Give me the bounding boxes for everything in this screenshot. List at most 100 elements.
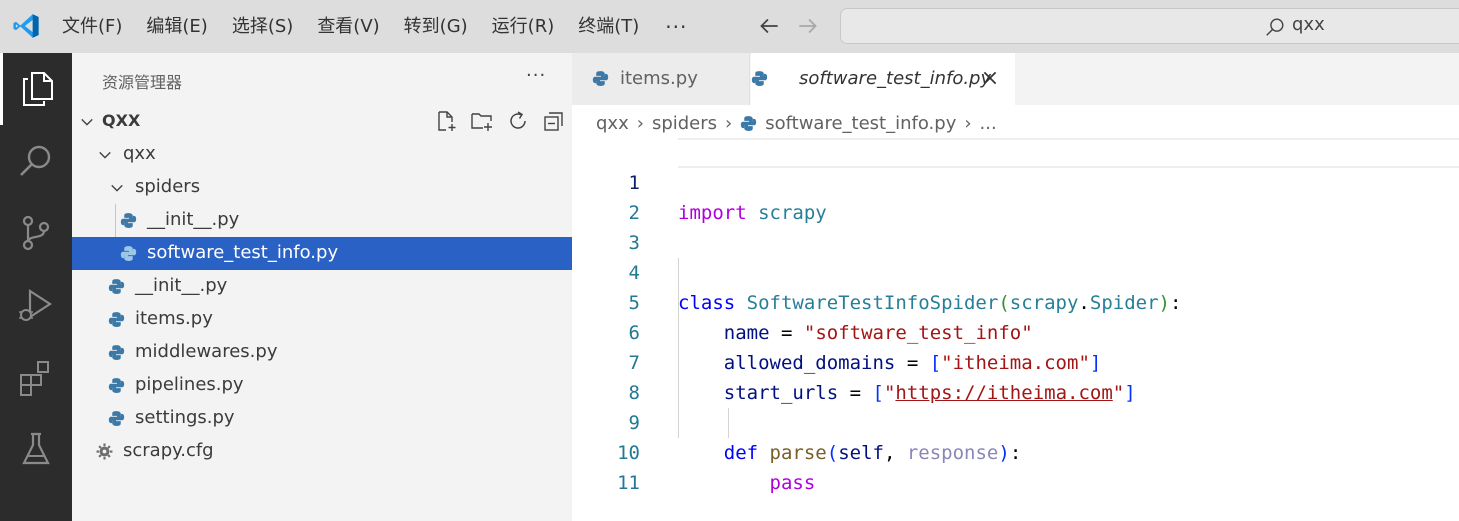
tree-folder-spiders[interactable]: spiders (72, 171, 572, 204)
python-file-icon (751, 71, 768, 86)
breadcrumb-separator: › (725, 112, 733, 134)
editor-tabs: items.py software_test_info.py (572, 53, 1459, 105)
breadcrumb-file[interactable]: software_test_info.py (765, 113, 956, 134)
gear-icon (96, 443, 113, 460)
python-file-icon (120, 246, 137, 261)
code-line: 11 (572, 438, 1459, 494)
code-line: 3 (572, 198, 1459, 254)
code-line: 5 name = "software_test_info" (572, 258, 1459, 344)
menu-terminal[interactable]: 终端(T) (566, 7, 651, 47)
tree-item-label: spiders (135, 176, 201, 197)
menu-run[interactable]: 运行(R) (480, 7, 567, 47)
menu-view[interactable]: 查看(V) (305, 7, 391, 47)
tab-software-test-info-py[interactable]: software_test_info.py (751, 53, 1015, 105)
explorer-actions (434, 109, 566, 133)
command-center-search[interactable] (840, 8, 1459, 44)
menu-go[interactable]: 转到(G) (392, 7, 480, 47)
breadcrumb-symbol[interactable]: ... (980, 113, 997, 134)
code-token: pass (769, 472, 816, 494)
menu-edit[interactable]: 编辑(E) (134, 7, 219, 47)
code-line: 2 (572, 168, 1459, 224)
search-activity[interactable] (0, 125, 72, 197)
tree-item-label: middlewares.py (135, 341, 278, 362)
explorer-activity[interactable] (0, 53, 72, 125)
editor-area: items.py software_test_info.py qxx › spi… (572, 53, 1459, 521)
source-control-icon (22, 215, 50, 251)
code-line: 4 class SoftwareTestInfoSpider(scrapy.Sp… (572, 228, 1459, 314)
refresh-icon[interactable] (506, 109, 530, 133)
files-icon (22, 72, 53, 106)
python-file-icon (120, 213, 137, 228)
python-file-icon (108, 279, 125, 294)
menu-more-button[interactable]: ··· (651, 15, 701, 39)
code-line: 9 def parse(self, response): (572, 378, 1459, 464)
explorer-more-button[interactable]: ··· (526, 65, 546, 86)
chevron-down-icon (111, 184, 123, 192)
python-file-icon (592, 71, 609, 86)
tree-file-items[interactable]: items.py (72, 303, 572, 336)
extensions-activity[interactable] (0, 341, 72, 413)
tree-file-scrapy-cfg[interactable]: scrapy.cfg (72, 435, 572, 468)
menu-selection[interactable]: 选择(S) (220, 7, 305, 47)
tree-item-label: __init__.py (135, 275, 228, 296)
python-file-icon (108, 378, 125, 393)
tab-items-py[interactable]: items.py (572, 53, 750, 105)
back-arrow-icon[interactable] (756, 13, 782, 39)
collapse-all-icon[interactable] (542, 109, 566, 133)
close-icon[interactable] (981, 69, 999, 87)
vscode-logo-icon (13, 14, 39, 38)
python-file-icon (741, 115, 757, 131)
tree-item-label: software_test_info.py (147, 242, 339, 263)
tab-label: software_test_info.py (799, 68, 992, 89)
breadcrumb-separator: › (964, 112, 972, 134)
tree-file-init[interactable]: __init__.py (72, 270, 572, 303)
tree-item-label: scrapy.cfg (123, 440, 214, 461)
tree-file-middlewares[interactable]: middlewares.py (72, 336, 572, 369)
testing-activity[interactable] (0, 413, 72, 485)
tree-item-label: items.py (135, 308, 213, 329)
run-debug-icon (19, 288, 53, 321)
code-line: 1 import scrapy (572, 138, 1459, 224)
new-folder-icon[interactable] (470, 109, 494, 133)
tree-item-label: __init__.py (147, 209, 240, 230)
breadcrumb: qxx › spiders › software_test_info.py › … (596, 111, 997, 135)
tree-file-spiders-init[interactable]: __init__.py (72, 204, 572, 237)
search-icon (20, 145, 51, 176)
extensions-icon (20, 361, 49, 396)
code-line: 8 (572, 348, 1459, 404)
python-file-icon (108, 411, 125, 426)
title-bar: 文件(F) 编辑(E) 选择(S) 查看(V) 转到(G) 运行(R) 终端(T… (0, 0, 1459, 53)
tab-label: items.py (620, 68, 698, 89)
breadcrumb-folder[interactable]: spiders (652, 113, 717, 134)
code-line: 6 allowed_domains = ["itheima.com"] (572, 288, 1459, 374)
breadcrumb-root[interactable]: qxx (596, 113, 629, 134)
forward-arrow-icon[interactable] (795, 13, 821, 39)
breadcrumb-separator: › (636, 112, 644, 134)
tree-item-label: settings.py (135, 407, 235, 428)
python-file-icon (108, 312, 125, 327)
source-control-activity[interactable] (0, 197, 72, 269)
chevron-down-icon (81, 118, 93, 126)
workspace-root-label: QXX (102, 111, 141, 130)
workspace-root[interactable]: QXX (72, 105, 572, 138)
explorer-sidebar: 资源管理器 ··· QXX qxx spiders __init__.py so… (72, 53, 572, 521)
line-number: 11 (617, 472, 640, 494)
flask-icon (22, 432, 50, 465)
run-debug-activity[interactable] (0, 269, 72, 341)
search-icon (1266, 18, 1284, 36)
code-editor[interactable]: 1 import scrapy 2 3 4 class SoftwareTest… (572, 138, 1459, 521)
code-line: 10 pass (572, 408, 1459, 494)
menu-bar: 文件(F) 编辑(E) 选择(S) 查看(V) 转到(G) 运行(R) 终端(T… (50, 0, 701, 53)
python-file-icon (108, 345, 125, 360)
tree-file-software-test-info[interactable]: software_test_info.py (72, 237, 572, 270)
tree-file-pipelines[interactable]: pipelines.py (72, 369, 572, 402)
chevron-down-icon (99, 151, 111, 159)
search-text: qxx (1292, 14, 1325, 35)
menu-file[interactable]: 文件(F) (50, 7, 134, 47)
tree-item-label: pipelines.py (135, 374, 244, 395)
new-file-icon[interactable] (434, 109, 458, 133)
tree-folder-qxx[interactable]: qxx (72, 138, 572, 171)
code-line: 7 start_urls = ["https://itheima.com"] (572, 318, 1459, 404)
tree-file-settings[interactable]: settings.py (72, 402, 572, 435)
activity-bar (0, 53, 72, 521)
